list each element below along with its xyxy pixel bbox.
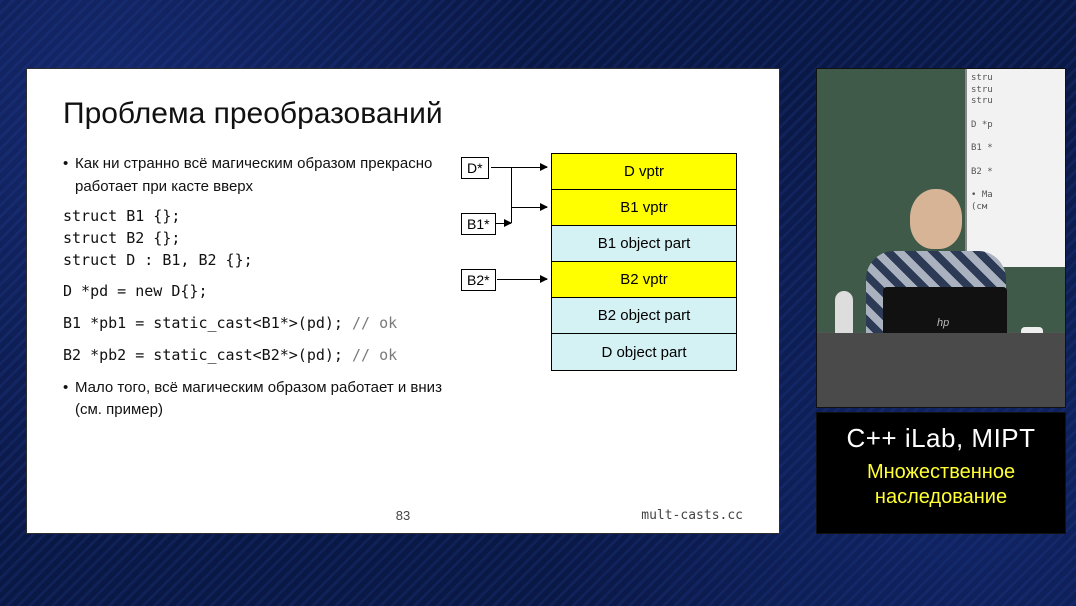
- code-block-new: D *pd = new D{};: [63, 281, 443, 303]
- caption-course: C++ iLab, MIPT: [821, 423, 1061, 454]
- memory-row-b1-part: B1 object part: [552, 226, 736, 262]
- code-comment: // ok: [352, 314, 397, 332]
- arrow-connector: [511, 167, 512, 223]
- memory-row-b1-vptr: B1 vptr: [552, 190, 736, 226]
- bullet-2-text: Мало того, всё магическим образом работа…: [75, 377, 443, 422]
- memory-row-d-vptr: D vptr: [552, 154, 736, 190]
- caption-topic: Множественное наследование: [821, 460, 1061, 510]
- memory-layout-diagram: D* B1* B2* D vptr B1 vptr B1 object part…: [461, 153, 737, 430]
- slide-title: Проблема преобразований: [63, 97, 743, 131]
- speaker-camera-view: stru stru stru D *p B1 * B2 * • Ма (см: [816, 68, 1066, 408]
- memory-table: D vptr B1 vptr B1 object part B2 vptr B2…: [551, 153, 737, 371]
- slide-page-number: 83: [396, 508, 410, 523]
- arrow-icon: [511, 207, 547, 208]
- presentation-slide: Проблема преобразований • Как ни странно…: [26, 68, 780, 534]
- bullet-1-text: Как ни странно всё магическим образом пр…: [75, 153, 443, 198]
- arrow-connector: [495, 223, 511, 224]
- slide-text-column: • Как ни странно всё магическим образом …: [63, 153, 443, 430]
- speaker-head: [910, 189, 962, 249]
- lectern: [817, 333, 1065, 407]
- pointer-label-b1: B1*: [461, 213, 496, 235]
- slide-footer: 83 mult-casts.cc: [27, 508, 779, 523]
- arrow-icon: [497, 279, 547, 280]
- pointer-label-b2: B2*: [461, 269, 496, 291]
- memory-row-b2-vptr: B2 vptr: [552, 262, 736, 298]
- video-caption-panel: C++ iLab, MIPT Множественное наследовани…: [816, 412, 1066, 534]
- arrow-icon: [491, 167, 547, 168]
- code-block-cast-b1: B1 *pb1 = static_cast<B1*>(pd); // ok: [63, 313, 443, 335]
- code-comment: // ok: [352, 346, 397, 364]
- bullet-dot-icon: •: [63, 153, 75, 198]
- memory-row-b2-part: B2 object part: [552, 298, 736, 334]
- bullet-2: • Мало того, всё магическим образом рабо…: [63, 377, 443, 422]
- slide-source-file: mult-casts.cc: [641, 508, 743, 523]
- code-block-structs: struct B1 {}; struct B2 {}; struct D : B…: [63, 206, 443, 271]
- code-block-cast-b2: B2 *pb2 = static_cast<B2*>(pd); // ok: [63, 345, 443, 367]
- bullet-dot-icon: •: [63, 377, 75, 422]
- bullet-1: • Как ни странно всё магическим образом …: [63, 153, 443, 198]
- pointer-label-d: D*: [461, 157, 489, 179]
- memory-row-d-part: D object part: [552, 334, 736, 370]
- slide-body: • Как ни странно всё магическим образом …: [63, 153, 743, 430]
